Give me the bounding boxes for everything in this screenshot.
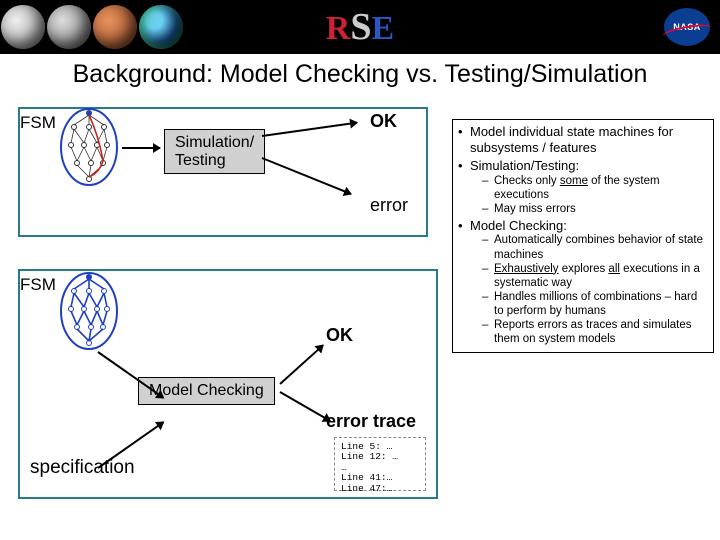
result-ok-2: OK	[326, 325, 353, 346]
sub-may-miss: May miss errors	[482, 202, 710, 216]
bullet-model-individual: Model individual state machines for subs…	[456, 124, 710, 156]
sub-checks-some: Checks only some of the system execution…	[482, 174, 710, 202]
specification-label: specification	[30, 457, 135, 479]
error-trace-box: Line 5: … Line 12: … … Line 41:… Line 47…	[334, 437, 426, 491]
planet-strip	[0, 0, 184, 54]
rse-logo: RSE	[326, 5, 394, 49]
result-error-1: error	[370, 195, 408, 216]
arrow-fsm1-to-proc	[122, 147, 160, 149]
fsm-graph-1	[58, 107, 120, 187]
sub-exhaustively: Exhaustively explores all executions in …	[482, 262, 710, 290]
nasa-text: NASA	[673, 22, 701, 32]
fsm-graph-2	[58, 271, 120, 351]
fsm-label-1: FSM	[20, 113, 56, 133]
moon-icon	[47, 5, 91, 49]
logo-r: R	[326, 10, 351, 47]
earth-icon	[139, 5, 183, 49]
notes-sidebar: Model individual state machines for subs…	[452, 119, 714, 353]
mars-icon	[93, 5, 137, 49]
banner: RSE NASA	[0, 0, 720, 54]
bullet-text: Simulation/Testing:	[470, 158, 579, 173]
logo-s: S	[350, 6, 371, 48]
sub-handles-millions: Handles millions of combinations – hard …	[482, 290, 710, 318]
logo-e: E	[372, 10, 395, 47]
sub-auto-combines: Automatically combines behavior of state…	[482, 233, 710, 261]
content-area: FSM Simulation/ Testing OK error FSM	[0, 89, 720, 539]
sub-reports-traces: Reports errors as traces and simulates t…	[482, 318, 710, 346]
bullet-simulation-testing: Simulation/Testing: Checks only some of …	[456, 158, 710, 216]
page-title: Background: Model Checking vs. Testing/S…	[0, 60, 720, 89]
bullet-model-checking: Model Checking: Automatically combines b…	[456, 218, 710, 346]
bullet-text: Model Checking:	[470, 218, 567, 233]
fsm-label-2: FSM	[20, 275, 56, 295]
mercury-icon	[1, 5, 45, 49]
result-error-trace: error trace	[326, 411, 416, 432]
simulation-testing-box: Simulation/ Testing	[164, 129, 265, 174]
result-ok-1: OK	[370, 111, 397, 132]
nasa-logo: NASA	[664, 8, 710, 46]
